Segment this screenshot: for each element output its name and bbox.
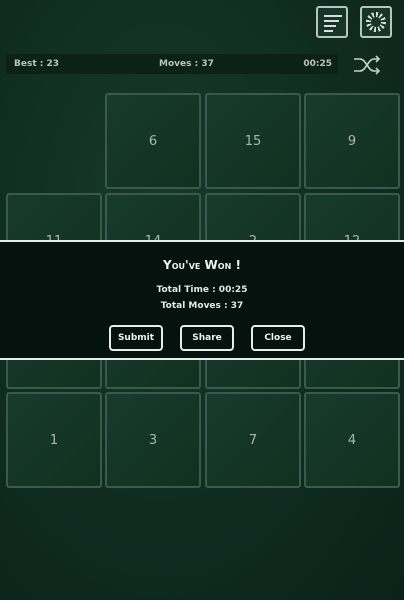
- puzzle-tile[interactable]: 4: [304, 392, 400, 488]
- win-title: You've Won !: [163, 258, 241, 272]
- settings-button[interactable]: [360, 6, 392, 38]
- gear-icon: [366, 12, 386, 32]
- leaderboard-button[interactable]: [316, 6, 348, 38]
- status-bar: Best : 23 Moves : 37 00:25: [6, 54, 338, 74]
- timer: 00:25: [303, 59, 332, 69]
- total-moves: Total Moves : 37: [160, 301, 244, 311]
- moves-count: Moves : 37: [159, 59, 214, 69]
- best-score: Best : 23: [14, 59, 60, 69]
- total-time: Total Time : 00:25: [156, 285, 248, 295]
- shuffle-icon[interactable]: [352, 53, 382, 77]
- submit-button[interactable]: Submit: [109, 325, 163, 351]
- close-button[interactable]: Close: [251, 325, 305, 351]
- win-dialog: You've Won ! Total Time : 00:25 Total Mo…: [0, 240, 404, 360]
- puzzle-tile[interactable]: 7: [205, 392, 301, 488]
- puzzle-tile[interactable]: 15: [205, 93, 301, 189]
- puzzle-tile[interactable]: 6: [105, 93, 201, 189]
- puzzle-tile[interactable]: 3: [105, 392, 201, 488]
- share-button[interactable]: Share: [180, 325, 234, 351]
- puzzle-tile[interactable]: 9: [304, 93, 400, 189]
- leaderboard-bars-icon: [324, 15, 342, 35]
- puzzle-tile[interactable]: 1: [6, 392, 102, 488]
